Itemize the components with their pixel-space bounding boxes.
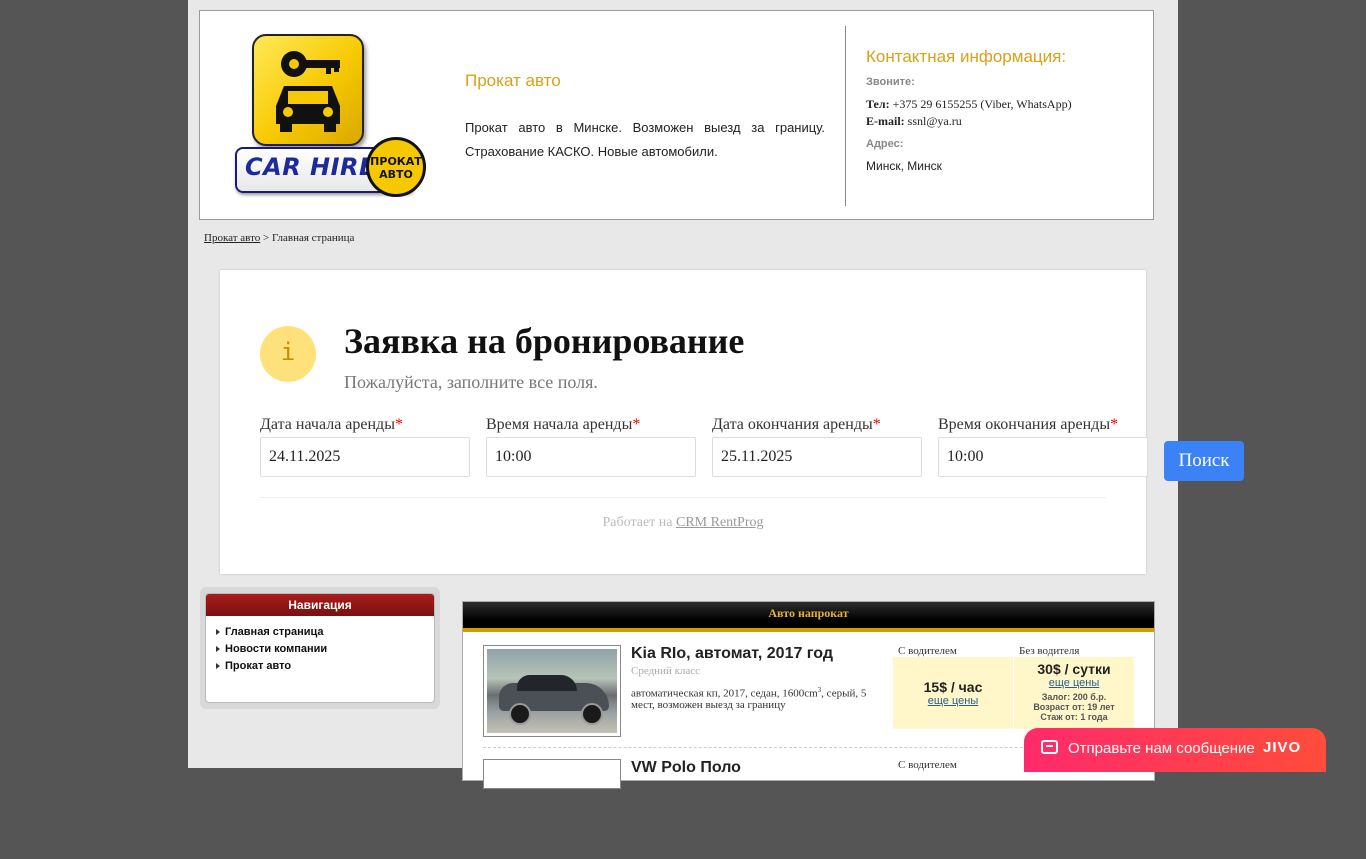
breadcrumb-home-link[interactable]: Прокат авто <box>204 232 260 244</box>
contacts-title: Контактная информация: <box>866 47 1067 66</box>
end-time-label: Время окончания аренды* <box>938 416 1148 434</box>
end-time-label-text: Время окончания аренды <box>938 416 1111 433</box>
powered-by-prefix: Работает на <box>602 515 676 530</box>
start-time-field: Время начала аренды* 10:00 <box>486 416 696 477</box>
search-button[interactable]: Поиск <box>1164 441 1244 481</box>
car-image <box>487 649 617 733</box>
car-name[interactable]: VW Polo Поло <box>631 759 741 777</box>
bullet-arrow-icon <box>216 663 220 669</box>
end-time-field: Время окончания аренды* 10:00 <box>938 416 1148 477</box>
deposit-info: Залог: 200 б.р. <box>1041 692 1107 702</box>
nav-item-home[interactable]: Главная страница <box>216 626 434 643</box>
nav-item-car-rental[interactable]: Прокат авто <box>216 660 434 677</box>
jivo-logo: JIVO <box>1263 739 1302 756</box>
logo-badge: ПРОКАТ АВТО <box>366 137 426 197</box>
info-icon: i <box>260 326 316 382</box>
crm-link[interactable]: CRM RentProg <box>676 515 764 530</box>
call-label: Звоните: <box>866 76 915 88</box>
without-driver-label: Без водителя <box>1019 645 1080 657</box>
car-description: автоматическая кп, 2017, седан, 1600cm3,… <box>631 685 871 711</box>
breadcrumb: Прокат авто > Главная страница <box>204 232 354 244</box>
with-driver-column: С водителем <box>893 759 1013 771</box>
address-value: Минск, Минск <box>866 159 942 173</box>
start-date-label: Дата начала аренды* <box>260 416 470 434</box>
car-photo[interactable] <box>483 759 621 789</box>
site-description: Прокат авто в Минске. Возможен выезд за … <box>465 120 825 159</box>
age-info: Возраст от: 19 лет <box>1033 702 1115 712</box>
end-time-input[interactable]: 10:00 <box>938 437 1148 477</box>
end-date-field: Дата окончания аренды* 25.11.2025 <box>712 416 922 477</box>
breadcrumb-separator: > <box>260 232 272 244</box>
required-mark: * <box>872 416 881 433</box>
car-wheel-shape <box>509 703 531 725</box>
logo-text: CAR HIRE <box>245 153 376 181</box>
address-label: Адрес: <box>866 138 904 150</box>
navigation-list: Главная страница Новости компании Прокат… <box>206 616 434 677</box>
without-driver-price-box: 30$ / сутки еще цены Залог: 200 б.р. Воз… <box>1014 657 1134 729</box>
with-driver-label: С водителем <box>898 759 957 771</box>
key-car-icon <box>252 34 364 146</box>
header-divider <box>845 26 846 206</box>
phone-value[interactable]: +375 29 6155255 (Viber, WhatsApp) <box>893 97 1072 111</box>
site-header: CAR HIRE ПРОКАТ АВТО Прокат авто Прокат … <box>199 10 1154 220</box>
cars-title: Авто напрокат <box>463 602 1154 632</box>
with-driver-label: С водителем <box>898 645 957 657</box>
start-time-label-text: Время начала аренды <box>486 416 633 433</box>
with-driver-price-box: 15$ / час еще цены <box>893 657 1013 729</box>
with-driver-price: 15$ / час <box>923 679 983 695</box>
required-mark: * <box>632 416 641 433</box>
car-listing: VW Polo Поло С водителем <box>483 759 1133 859</box>
required-mark: * <box>1110 416 1119 433</box>
car-window-shape <box>517 675 577 691</box>
site-title: Прокат авто <box>465 71 561 90</box>
powered-by: Работает на CRM RentProg <box>220 515 1146 531</box>
nav-item-news[interactable]: Новости компании <box>216 643 434 660</box>
start-time-label: Время начала аренды* <box>486 416 696 434</box>
booking-title: Заявка на бронирование <box>344 321 745 361</box>
logo-badge-line1: ПРОКАТ <box>370 155 422 168</box>
site-logo[interactable]: CAR HIRE ПРОКАТ АВТО <box>235 31 435 206</box>
email-label: E-mail: <box>866 114 905 128</box>
without-driver-price: 30$ / сутки <box>1037 661 1111 677</box>
with-driver-more-prices-link[interactable]: еще цены <box>893 695 1013 707</box>
navigation-inner: Навигация Главная страница Новости компа… <box>205 593 435 703</box>
start-date-field: Дата начала аренды* 24.11.2025 <box>260 416 470 477</box>
car-class: Средний класс <box>631 665 701 677</box>
start-time-input[interactable]: 10:00 <box>486 437 696 477</box>
booking-divider <box>260 497 1106 498</box>
bullet-arrow-icon <box>216 646 220 652</box>
navigation-title: Навигация <box>206 594 434 616</box>
end-date-label: Дата окончания аренды* <box>712 416 922 434</box>
logo-badge-line2: АВТО <box>379 168 413 181</box>
phone-label: Тел: <box>866 97 890 111</box>
car-wheel-shape <box>581 703 603 725</box>
phone-line: Тел: +375 29 6155255 (Viber, WhatsApp) <box>866 97 1146 112</box>
chat-widget[interactable]: Отправьте нам сообщение JIVO <box>1024 728 1326 772</box>
experience-info: Стаж от: 1 года <box>1040 712 1108 722</box>
required-mark: * <box>394 416 403 433</box>
nav-item-label: Главная страница <box>225 626 324 638</box>
bullet-arrow-icon <box>216 629 220 635</box>
contact-info: Контактная информация: Звоните: Тел: +37… <box>866 47 1146 173</box>
booking-subtitle: Пожалуйста, заполните все поля. <box>344 372 598 392</box>
nav-item-label: Новости компании <box>225 643 328 655</box>
with-driver-column: С водителем 15$ / час еще цены <box>893 645 1013 729</box>
navigation-panel: Навигация Главная страница Новости компа… <box>200 587 440 709</box>
message-icon <box>1041 740 1058 754</box>
end-date-label-text: Дата окончания аренды <box>712 416 873 433</box>
car-photo[interactable] <box>483 645 621 737</box>
nav-item-label: Прокат авто <box>225 660 292 672</box>
booking-form: i Заявка на бронирование Пожалуйста, зап… <box>220 270 1148 574</box>
email-value[interactable]: ssnl@ya.ru <box>908 114 962 128</box>
car-name[interactable]: Kia RIo, автомат, 2017 год <box>631 645 833 663</box>
end-date-input[interactable]: 25.11.2025 <box>712 437 922 477</box>
breadcrumb-current: Главная страница <box>271 232 355 244</box>
without-driver-column: Без водителя 30$ / сутки еще цены Залог:… <box>1014 645 1134 729</box>
start-date-input[interactable]: 24.11.2025 <box>260 437 470 477</box>
chat-text: Отправьте нам сообщение <box>1068 740 1255 757</box>
start-date-label-text: Дата начала аренды <box>260 416 395 433</box>
email-line: E-mail: ssnl@ya.ru <box>866 114 1146 129</box>
without-driver-more-prices-link[interactable]: еще цены <box>1014 677 1134 689</box>
